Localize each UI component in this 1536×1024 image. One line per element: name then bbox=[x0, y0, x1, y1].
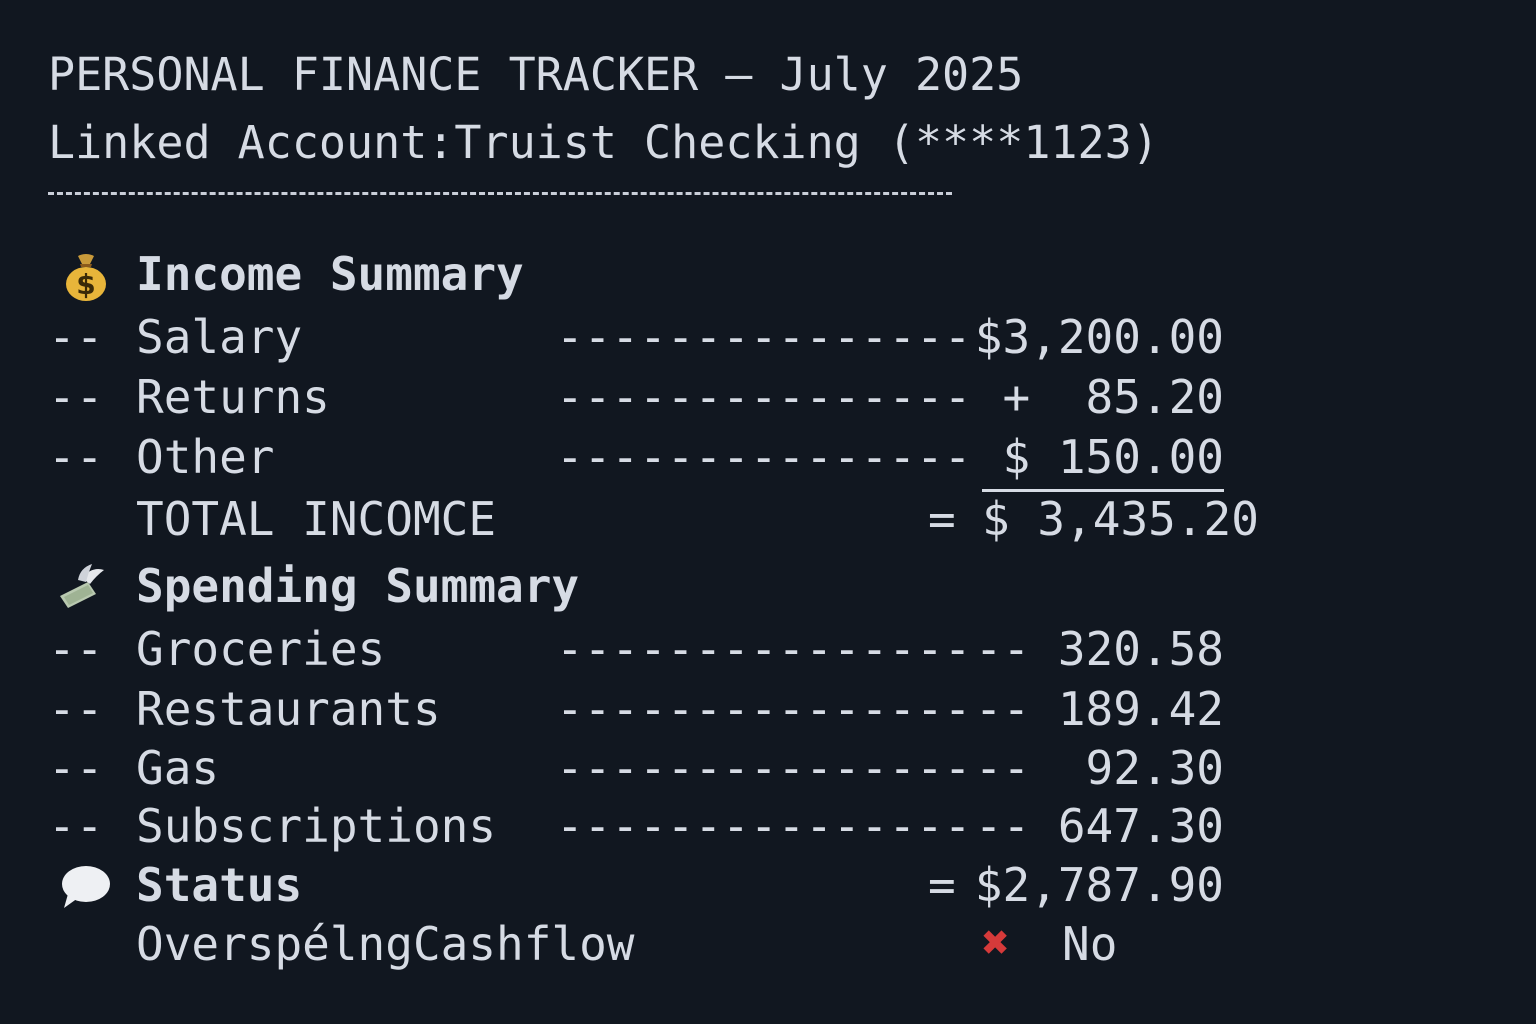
row-amount: $3,200.00 bbox=[974, 310, 1224, 364]
row-amount: -- 92.30 bbox=[974, 741, 1224, 795]
row-label: Gas bbox=[136, 741, 220, 795]
svg-text:$: $ bbox=[76, 268, 95, 301]
row-label: Subscriptions bbox=[136, 799, 497, 853]
status-amount: $2,787.90 bbox=[974, 858, 1224, 912]
row-prefix: -- bbox=[48, 741, 104, 795]
linked-account-label: Linked Account: bbox=[48, 116, 455, 169]
total-amount: $ 3,435.20 bbox=[982, 492, 1259, 546]
total-equals: = bbox=[928, 492, 956, 546]
row-amount: $ 150.00 bbox=[1002, 430, 1224, 484]
income-heading: Income Summary bbox=[136, 247, 524, 301]
status-equals: = bbox=[928, 858, 956, 912]
page-title: PERSONAL FINANCE TRACKER — July 2025 bbox=[48, 48, 1024, 101]
row-amount: -- 320.58 bbox=[974, 622, 1224, 676]
header-separator bbox=[48, 192, 952, 195]
row-leader: --------------- bbox=[556, 622, 972, 676]
status-heading: Status bbox=[136, 858, 303, 912]
row-prefix: -- bbox=[48, 799, 104, 853]
row-prefix: -- bbox=[48, 310, 104, 364]
money-bag-icon: $ bbox=[58, 248, 114, 304]
cross-mark-icon: ✖ bbox=[982, 915, 1010, 969]
row-prefix: -- bbox=[48, 430, 104, 484]
row-label: Groceries bbox=[136, 622, 386, 676]
total-label: TOTAL INCOMCE bbox=[136, 492, 497, 546]
overspending-flag-label: OverspélngCashflow bbox=[136, 917, 635, 971]
row-leader: --------------- bbox=[556, 741, 972, 795]
row-amount: -- 189.42 bbox=[974, 682, 1224, 736]
row-label: Returns bbox=[136, 370, 330, 424]
row-leader: --------------- bbox=[556, 799, 972, 853]
row-label: Restaurants bbox=[136, 682, 441, 736]
row-prefix: -- bbox=[48, 622, 104, 676]
row-prefix: -- bbox=[48, 370, 104, 424]
row-leader: --------------- bbox=[556, 310, 972, 364]
money-with-wings-icon bbox=[52, 560, 108, 616]
row-amount: + 85.20 bbox=[1002, 370, 1224, 424]
row-prefix: -- bbox=[48, 682, 104, 736]
row-label: Salary bbox=[136, 310, 303, 364]
row-label: Other bbox=[136, 430, 275, 484]
row-leader: --------------- bbox=[556, 370, 972, 424]
row-leader: --------------- bbox=[556, 682, 972, 736]
linked-account-value: Truist Checking (****1123) bbox=[454, 116, 1159, 169]
linked-account: Linked Account:Truist Checking (****1123… bbox=[48, 120, 1159, 165]
spending-heading: Spending Summary bbox=[136, 559, 580, 613]
speech-bubble-icon bbox=[58, 858, 114, 914]
row-amount: -- 647.30 bbox=[974, 799, 1224, 853]
row-leader: --------------- bbox=[556, 430, 972, 484]
overspending-flag-value: No bbox=[1062, 917, 1118, 971]
